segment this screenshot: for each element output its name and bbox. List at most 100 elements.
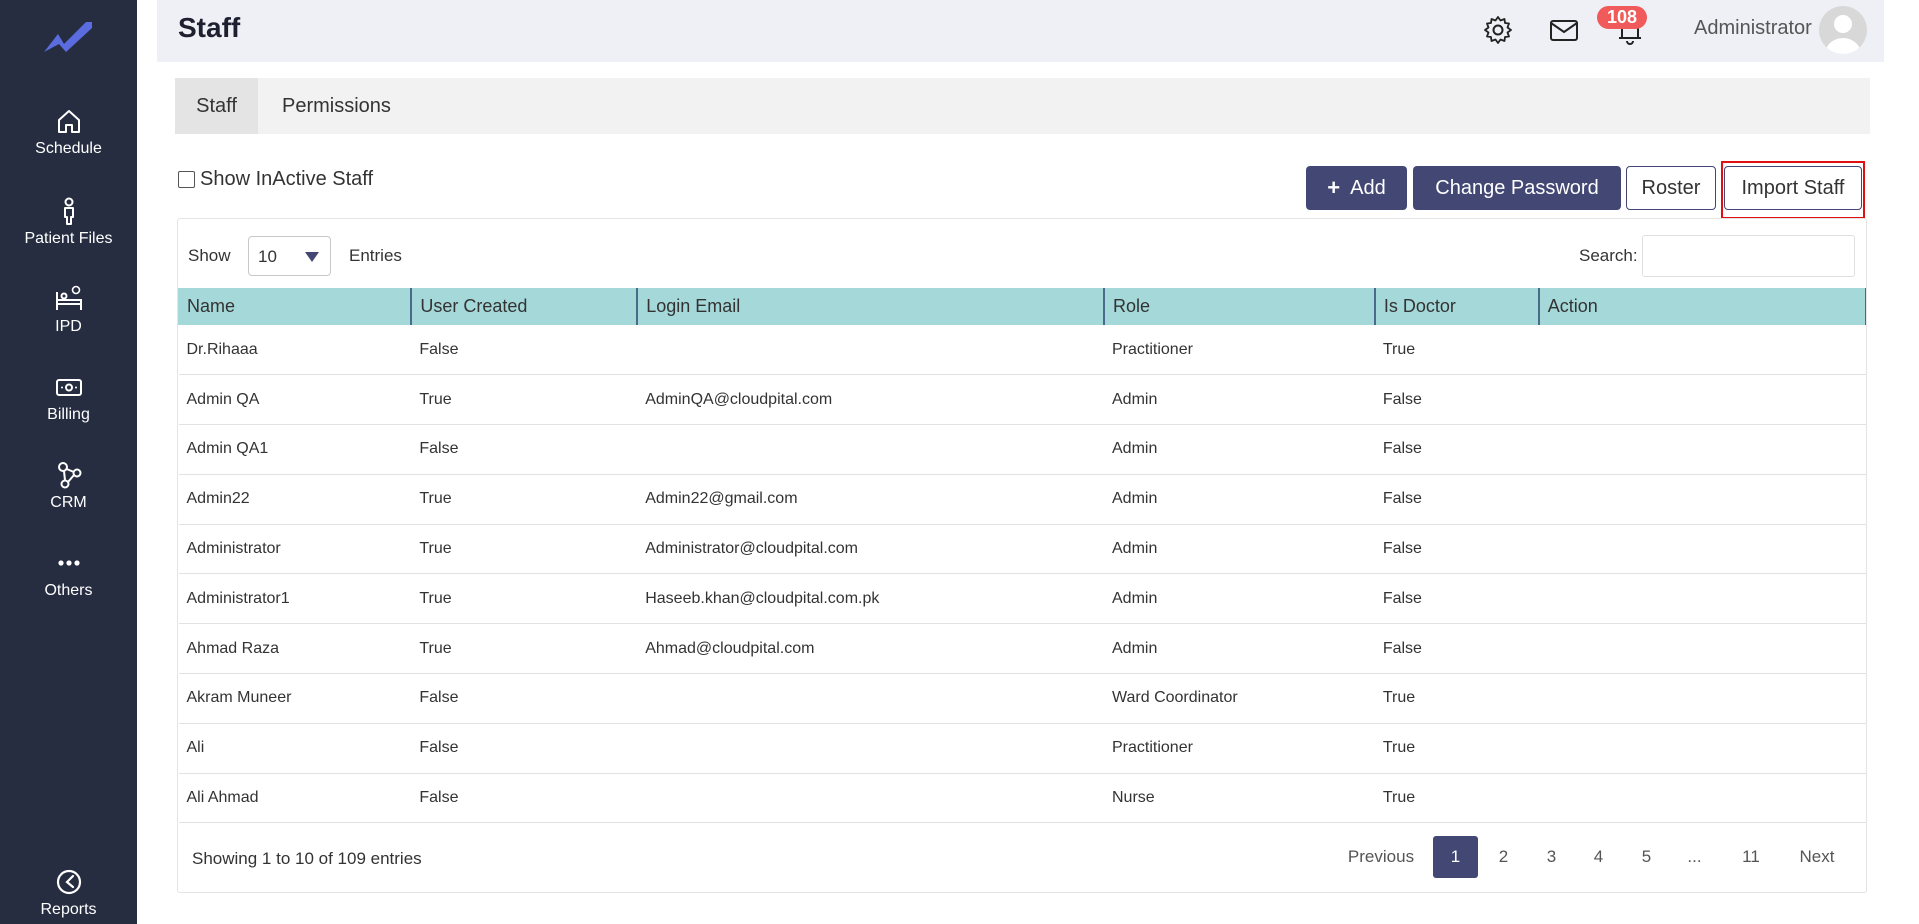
pagination-previous[interactable]: Previous [1341, 836, 1421, 878]
caret-down-icon [305, 252, 319, 262]
table-cell: Haseeb.khan@cloudpital.com.pk [637, 573, 1104, 625]
column-header[interactable]: Role [1103, 288, 1375, 325]
table-cell [1538, 374, 1866, 426]
table-row[interactable]: Administrator1 True Haseeb.khan@cloudpital… [178, 573, 1866, 625]
table-row[interactable]: Ali False Practitioner True [178, 723, 1866, 774]
sidebar-item-others[interactable]: Others [0, 548, 137, 600]
sidebar-item-ipd[interactable]: IPD [0, 284, 137, 336]
entries-select-value: 10 [258, 247, 277, 266]
sidebar-item-label: IPD [55, 318, 82, 335]
table-cell: False [1374, 474, 1539, 525]
page-title: Staff [178, 12, 241, 43]
table-row[interactable]: Ahmad Raza True Ahmad@cloudpital.com Admin F… [178, 623, 1866, 675]
pagination-page[interactable]: 3 [1529, 836, 1574, 878]
table-row[interactable]: Administrator True Administrator@cloudpita… [178, 524, 1866, 575]
sidebar: Schedule Patient Files IPD Billing CRM O… [0, 0, 137, 924]
table-cell [637, 424, 1104, 475]
table-cell: Admin QA [178, 374, 412, 426]
table-row[interactable]: Akram Muneer False Ward Coordinator True [178, 673, 1866, 724]
table-cell [637, 673, 1104, 724]
table-cell: False [1374, 573, 1539, 625]
table-row[interactable]: Ali Ahmad False Nurse True [178, 773, 1866, 824]
table-cell: AdminQA@cloudpital.com [637, 374, 1104, 426]
table-row[interactable]: Admin22 True Admin22@gmail.com Admin False [178, 474, 1866, 525]
table-cell: Akram Muneer [178, 673, 412, 724]
table-cell: False [1374, 623, 1539, 675]
tab-staff[interactable]: Staff [175, 78, 258, 134]
app-logo-icon[interactable] [40, 16, 96, 56]
table-cell: Ahmad@cloudpital.com [637, 623, 1104, 675]
pagination-next-label: Next [1799, 847, 1835, 866]
pagination-page[interactable]: 4 [1576, 836, 1621, 878]
add-button-label: Add [1350, 176, 1386, 199]
change-password-button[interactable]: Change Password [1413, 166, 1621, 210]
tab-permissions[interactable]: Permissions [282, 78, 402, 134]
table-cell [637, 773, 1104, 824]
table-cell: True [1374, 325, 1539, 376]
table-row[interactable]: Dr.Rihaaa False Practitioner True [178, 325, 1866, 376]
table-cell: True [1374, 773, 1539, 824]
add-button[interactable]: + Add [1306, 166, 1407, 210]
sidebar-item-label: CRM [50, 494, 87, 511]
sidebar-item-billing[interactable]: Billing [0, 372, 137, 424]
entries-select[interactable]: 10 [248, 236, 331, 276]
table-cell: Admin [1104, 524, 1375, 575]
bed-icon [55, 285, 82, 310]
table-cell: Administrator [178, 524, 412, 575]
column-header[interactable]: Name [178, 288, 412, 325]
top-header: Staff 108 Administrator [157, 0, 1884, 62]
column-header[interactable]: Is Doctor [1373, 288, 1539, 325]
table-cell [1538, 673, 1866, 724]
tab-label: Staff [196, 95, 237, 117]
table-body: Dr.Rihaaa False Practitioner True Admin QA Tr… [178, 325, 1866, 824]
pagination-page[interactable]: 2 [1481, 836, 1526, 878]
column-header[interactable]: User Created [410, 288, 638, 325]
table-cell: Practitioner [1104, 723, 1375, 774]
mail-icon[interactable] [1548, 14, 1580, 46]
person-icon [63, 197, 74, 225]
pagination-page[interactable]: 1 [1433, 836, 1478, 878]
sidebar-item-patient-files[interactable]: Patient Files [0, 196, 137, 248]
table-cell: Administrator@cloudpital.com [637, 524, 1104, 575]
entries-label: Entries [349, 246, 402, 265]
table-row[interactable]: Admin QA1 False Admin False [178, 424, 1866, 475]
sidebar-item-reports[interactable]: Reports [0, 867, 137, 919]
table-cell [637, 325, 1104, 376]
table-cell: Admin [1104, 474, 1375, 525]
roster-button[interactable]: Roster [1626, 166, 1716, 210]
table-cell: Admin22@gmail.com [637, 474, 1104, 525]
gauge-icon [56, 869, 81, 895]
column-header[interactable]: Action [1537, 288, 1866, 325]
table-cell: True [411, 573, 638, 625]
table-cell: Ward Coordinator [1104, 673, 1375, 724]
sidebar-item-schedule[interactable]: Schedule [0, 106, 137, 158]
sidebar-item-crm[interactable]: CRM [0, 460, 137, 512]
table-cell: Administrator1 [178, 573, 412, 625]
sidebar-item-label: Reports [40, 901, 97, 918]
pagination-next[interactable]: Next [1789, 836, 1845, 878]
pagination-page[interactable]: 11 [1726, 836, 1776, 878]
table-cell: False [1374, 374, 1539, 426]
table-cell: True [411, 474, 638, 525]
table-cell: False [411, 723, 638, 774]
sidebar-item-label: Others [44, 582, 93, 599]
sidebar-item-label: Patient Files [24, 230, 113, 247]
table-cell: Ahmad Raza [178, 623, 412, 675]
table-row[interactable]: Admin QA True AdminQA@cloudpital.com Admin F… [178, 374, 1866, 426]
user-name[interactable]: Administrator [1694, 17, 1812, 40]
table-cell [1538, 623, 1866, 675]
pagination-page[interactable]: 5 [1624, 836, 1669, 878]
avatar[interactable] [1819, 6, 1867, 54]
highlight-box [1721, 161, 1865, 219]
money-icon [55, 379, 82, 396]
column-header[interactable]: Login Email [636, 288, 1104, 325]
notification-badge: 108 [1597, 6, 1648, 29]
table-cell: Nurse [1104, 773, 1375, 824]
gear-icon[interactable] [1482, 14, 1514, 46]
table-cell [1538, 325, 1866, 376]
show-inactive-checkbox[interactable] [178, 171, 195, 188]
table-cell: False [411, 673, 638, 724]
search-input[interactable] [1642, 235, 1855, 277]
table-cell: Admin QA1 [178, 424, 412, 475]
search-label: Search: [1579, 246, 1638, 265]
